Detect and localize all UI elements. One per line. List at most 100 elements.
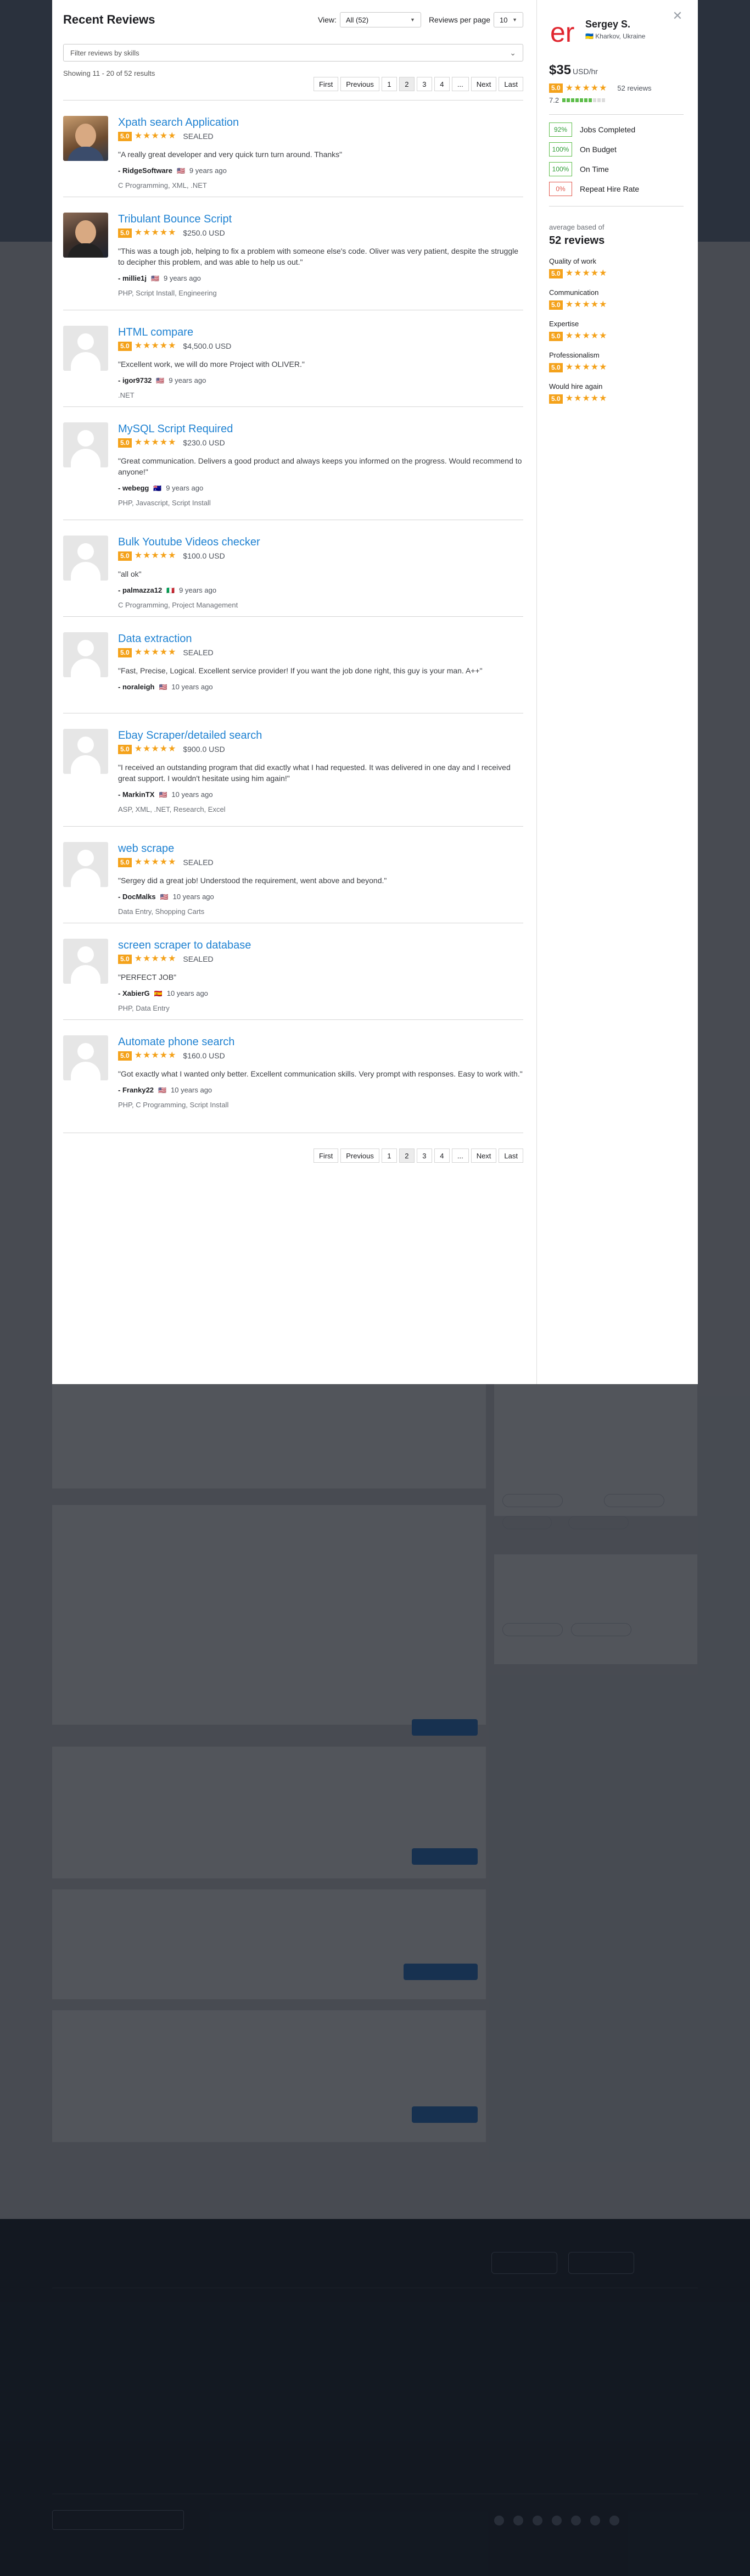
project-amount: $900.0 USD xyxy=(183,745,225,754)
page-1-button[interactable]: 1 xyxy=(381,1148,397,1163)
project-title-link[interactable]: HTML compare xyxy=(118,326,523,339)
profile-name[interactable]: Sergey S. xyxy=(585,19,645,30)
review-item: Bulk Youtube Videos checker 5.0 ★★★★★ $100.… xyxy=(63,520,523,617)
star-rating-icon: ★★★★★ xyxy=(565,363,608,372)
page-2-button[interactable]: 2 xyxy=(399,77,415,91)
review-body: MySQL Script Required 5.0 ★★★★★ $230.0 USD "… xyxy=(118,422,523,520)
score-segment xyxy=(562,98,566,102)
reviewer-username[interactable]: - palmazza12 xyxy=(118,586,162,594)
reviewer-username[interactable]: - millie1j xyxy=(118,274,147,282)
per-page-select[interactable]: 10 ▼ xyxy=(494,12,523,27)
reviewer-avatar[interactable] xyxy=(63,729,108,774)
review-rating: 5.0 ★★★★★ SEALED xyxy=(118,131,523,141)
review-text: "This was a tough job, helping to fix a … xyxy=(118,247,519,266)
reviewer-username[interactable]: - MarkinTX xyxy=(118,790,154,799)
rating-score-badge: 5.0 xyxy=(118,1051,132,1061)
review-skills: C Programming, XML, .NET xyxy=(118,181,207,189)
project-title-link[interactable]: Ebay Scraper/detailed search xyxy=(118,729,523,742)
stat-label: On Time xyxy=(580,165,609,174)
stat-label: Jobs Completed xyxy=(580,125,636,134)
score-segment xyxy=(589,98,592,102)
reviewer-avatar[interactable] xyxy=(63,632,108,677)
page-1-button[interactable]: 1 xyxy=(381,77,397,91)
review-text: "I received an outstanding program that … xyxy=(118,763,511,783)
reviewer-avatar[interactable] xyxy=(63,536,108,581)
project-amount: SEALED xyxy=(183,132,214,141)
page-next-button[interactable]: Next xyxy=(471,1148,497,1163)
avatar-placeholder-head xyxy=(77,640,94,656)
review-rating: 5.0 ★★★★★ SEALED xyxy=(118,954,523,964)
country-flag-icon: 🇪🇸 xyxy=(154,989,163,997)
rating-score-badge: 5.0 xyxy=(118,131,132,141)
reviewer-username[interactable]: - noraleigh xyxy=(118,683,154,691)
review-skills: C Programming, Project Management xyxy=(118,601,238,609)
project-title-link[interactable]: MySQL Script Required xyxy=(118,422,523,436)
page-next-button[interactable]: Next xyxy=(471,77,497,91)
project-title-link[interactable]: Bulk Youtube Videos checker xyxy=(118,536,523,549)
star-rating-icon: ★★★★★ xyxy=(134,551,177,560)
project-title-link[interactable]: screen scraper to database xyxy=(118,939,523,952)
review-item: MySQL Script Required 5.0 ★★★★★ $230.0 USD "… xyxy=(63,407,523,520)
earnings-score-bar xyxy=(562,98,606,102)
page-3-button[interactable]: 3 xyxy=(416,1148,432,1163)
project-title-link[interactable]: Automate phone search xyxy=(118,1035,523,1049)
rating-score-badge: 5.0 xyxy=(549,331,563,341)
page-last-button[interactable]: Last xyxy=(499,1148,523,1163)
overall-rating: 5.0 ★★★★★ 52 reviews xyxy=(549,83,684,93)
reviewer-avatar[interactable] xyxy=(63,326,108,371)
review-body: Bulk Youtube Videos checker 5.0 ★★★★★ $100.… xyxy=(118,536,523,616)
review-skills: PHP, C Programming, Script Install xyxy=(118,1101,229,1109)
average-label: average based of xyxy=(549,223,605,231)
score-segment xyxy=(575,98,579,102)
page-previous-button[interactable]: Previous xyxy=(340,1148,379,1163)
view-select[interactable]: All (52) ▼ xyxy=(339,12,421,27)
reviewer-username[interactable]: - RidgeSoftware xyxy=(118,166,172,175)
project-title-link[interactable]: Xpath search Application xyxy=(118,116,523,129)
rating-score-badge: 5.0 xyxy=(118,954,132,964)
page-4-button[interactable]: 4 xyxy=(434,77,450,91)
page-first-button[interactable]: First xyxy=(313,1148,339,1163)
review-count[interactable]: 52 reviews xyxy=(617,84,651,92)
rating-score-badge: 5.0 xyxy=(118,228,132,238)
review-skills: PHP, Data Entry xyxy=(118,1004,170,1012)
project-title-link[interactable]: Data extraction xyxy=(118,632,523,645)
project-amount: $160.0 USD xyxy=(183,1051,225,1060)
star-rating-icon: ★★★★★ xyxy=(134,341,177,350)
reviewer-avatar[interactable] xyxy=(63,116,108,161)
review-rating: 5.0 ★★★★★ $900.0 USD xyxy=(118,744,523,754)
reviewer-username[interactable]: - DocMalks xyxy=(118,893,156,901)
page-2-button[interactable]: 2 xyxy=(399,1148,415,1163)
reviewer-username[interactable]: - XabierG xyxy=(118,989,150,997)
reviewer-avatar[interactable] xyxy=(63,1035,108,1080)
reviewer-avatar[interactable] xyxy=(63,842,108,887)
review-date: 9 years ago xyxy=(169,376,206,384)
skills-filter-dropdown[interactable]: Filter reviews by skills ⌄ xyxy=(63,44,523,62)
reviewer-username[interactable]: - webegg xyxy=(118,484,149,492)
review-date: 9 years ago xyxy=(166,484,204,492)
project-title-link[interactable]: web scrape xyxy=(118,842,523,855)
pagination-bottom: First Previous 1 2 3 4... Next Last xyxy=(63,1148,523,1164)
rating-category: Quality of work 5.0 ★★★★★ xyxy=(549,257,684,278)
page-last-button[interactable]: Last xyxy=(499,77,523,91)
score-segment xyxy=(597,98,601,102)
reviewer-username[interactable]: - igor9732 xyxy=(118,376,152,384)
country-flag-icon: 🇺🇸 xyxy=(176,166,185,175)
earnings-score: 7.2 xyxy=(549,96,684,104)
star-rating-icon: ★★★★★ xyxy=(134,131,177,141)
review-skills: ASP, XML, .NET, Research, Excel xyxy=(118,805,226,813)
page-3-button[interactable]: 3 xyxy=(416,77,432,91)
reviewer-avatar[interactable] xyxy=(63,422,108,467)
rating-category-label: Communication xyxy=(549,288,599,297)
reviewer-avatar[interactable] xyxy=(63,213,108,258)
avatar-placeholder-head xyxy=(77,1043,94,1060)
page-previous-button[interactable]: Previous xyxy=(340,77,379,91)
reviewer-avatar[interactable] xyxy=(63,939,108,984)
close-icon[interactable]: ✕ xyxy=(671,10,684,22)
project-title-link[interactable]: Tribulant Bounce Script xyxy=(118,213,523,226)
page-4-button[interactable]: 4 xyxy=(434,1148,450,1163)
page-first-button[interactable]: First xyxy=(313,77,339,91)
rating-score-badge: 5.0 xyxy=(118,551,132,561)
review-item: Xpath search Application 5.0 ★★★★★ SEALED "A… xyxy=(63,101,523,197)
svg-text:er: er xyxy=(550,17,574,48)
reviewer-username[interactable]: - Franky22 xyxy=(118,1086,154,1094)
